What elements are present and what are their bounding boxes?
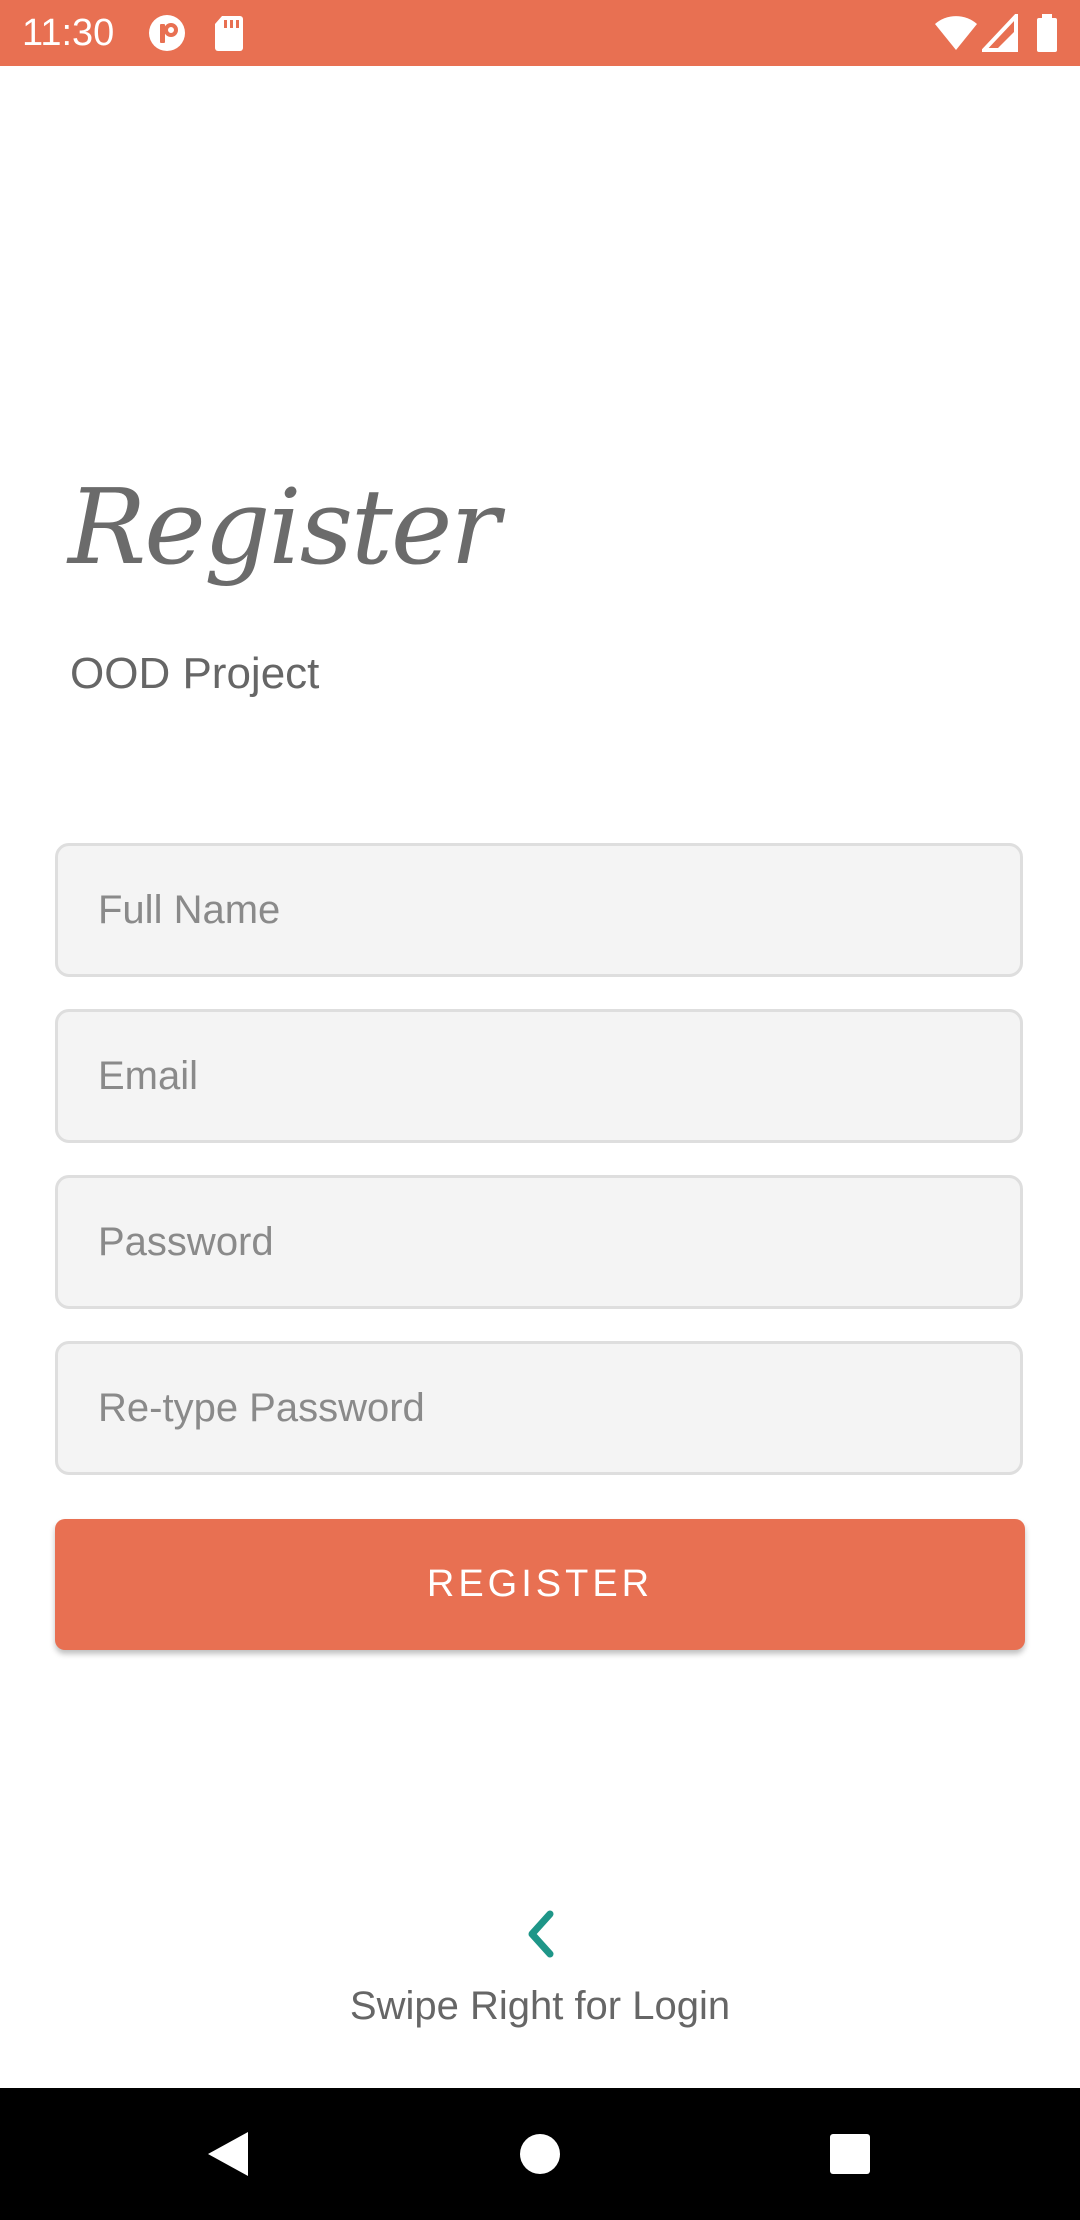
battery-icon	[1036, 14, 1058, 52]
app-notification-icon	[148, 14, 186, 52]
sd-card-icon	[214, 14, 244, 52]
signal-icon	[982, 14, 1018, 52]
email-input[interactable]	[55, 1009, 1023, 1143]
back-icon[interactable]	[148, 2088, 308, 2220]
full-name-input[interactable]	[55, 843, 1023, 977]
page-subtitle: OOD Project	[70, 649, 320, 698]
chevron-left-icon[interactable]	[522, 1906, 558, 1962]
navigation-bar	[0, 2088, 1080, 2220]
recents-icon[interactable]	[770, 2088, 930, 2220]
retype-password-input[interactable]	[55, 1341, 1023, 1475]
status-time: 11:30	[22, 12, 115, 54]
home-icon[interactable]	[460, 2088, 620, 2220]
wifi-icon	[934, 14, 978, 52]
page-title: Register	[68, 466, 500, 588]
password-input[interactable]	[55, 1175, 1023, 1309]
register-button[interactable]: REGISTER	[55, 1519, 1025, 1650]
status-bar: 11:30	[0, 0, 1080, 66]
swipe-login-hint: Swipe Right for Login	[349, 1984, 731, 2028]
